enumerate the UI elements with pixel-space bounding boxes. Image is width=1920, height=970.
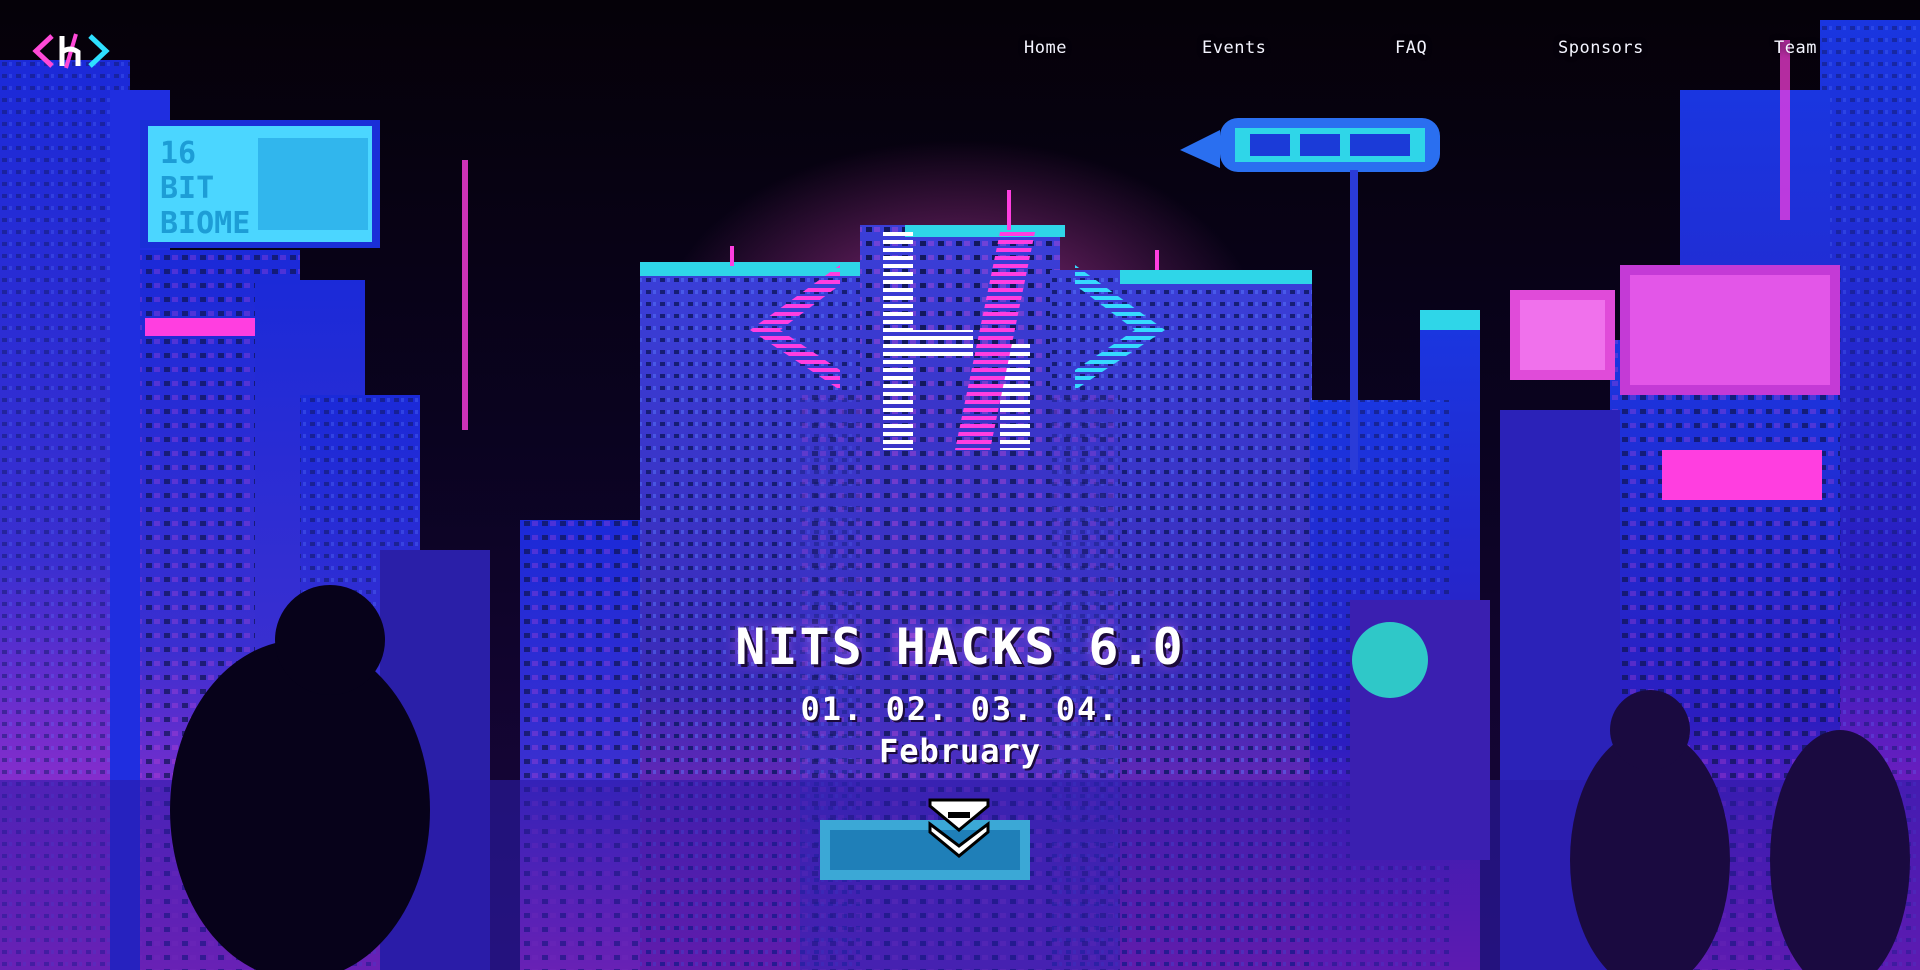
billboard-line-3: BIOME [160,206,250,241]
billboard-line-2: BIT [160,171,214,206]
nav-sponsors-link[interactable]: Sponsors [1558,38,1644,58]
scroll-down-double-chevron-icon[interactable] [926,796,992,862]
billboard-line-1: 16 [160,136,196,171]
billboard-16-bit-biome: 16 BIT BIOME [140,120,380,248]
nav-team-link[interactable]: Team [1774,38,1817,58]
nav-home-link[interactable]: Home [1024,38,1067,58]
nav-faq-link[interactable]: FAQ [1395,38,1427,58]
nav-events-link[interactable]: Events [1202,38,1266,58]
hero-month: February [878,732,1042,770]
hero-dates: 01. 02. 03. 04. [800,690,1120,728]
hero-title: NITS HACKS 6.0 [735,618,1185,676]
main-navigation: Home Events FAQ Sponsors Team [0,38,1920,62]
